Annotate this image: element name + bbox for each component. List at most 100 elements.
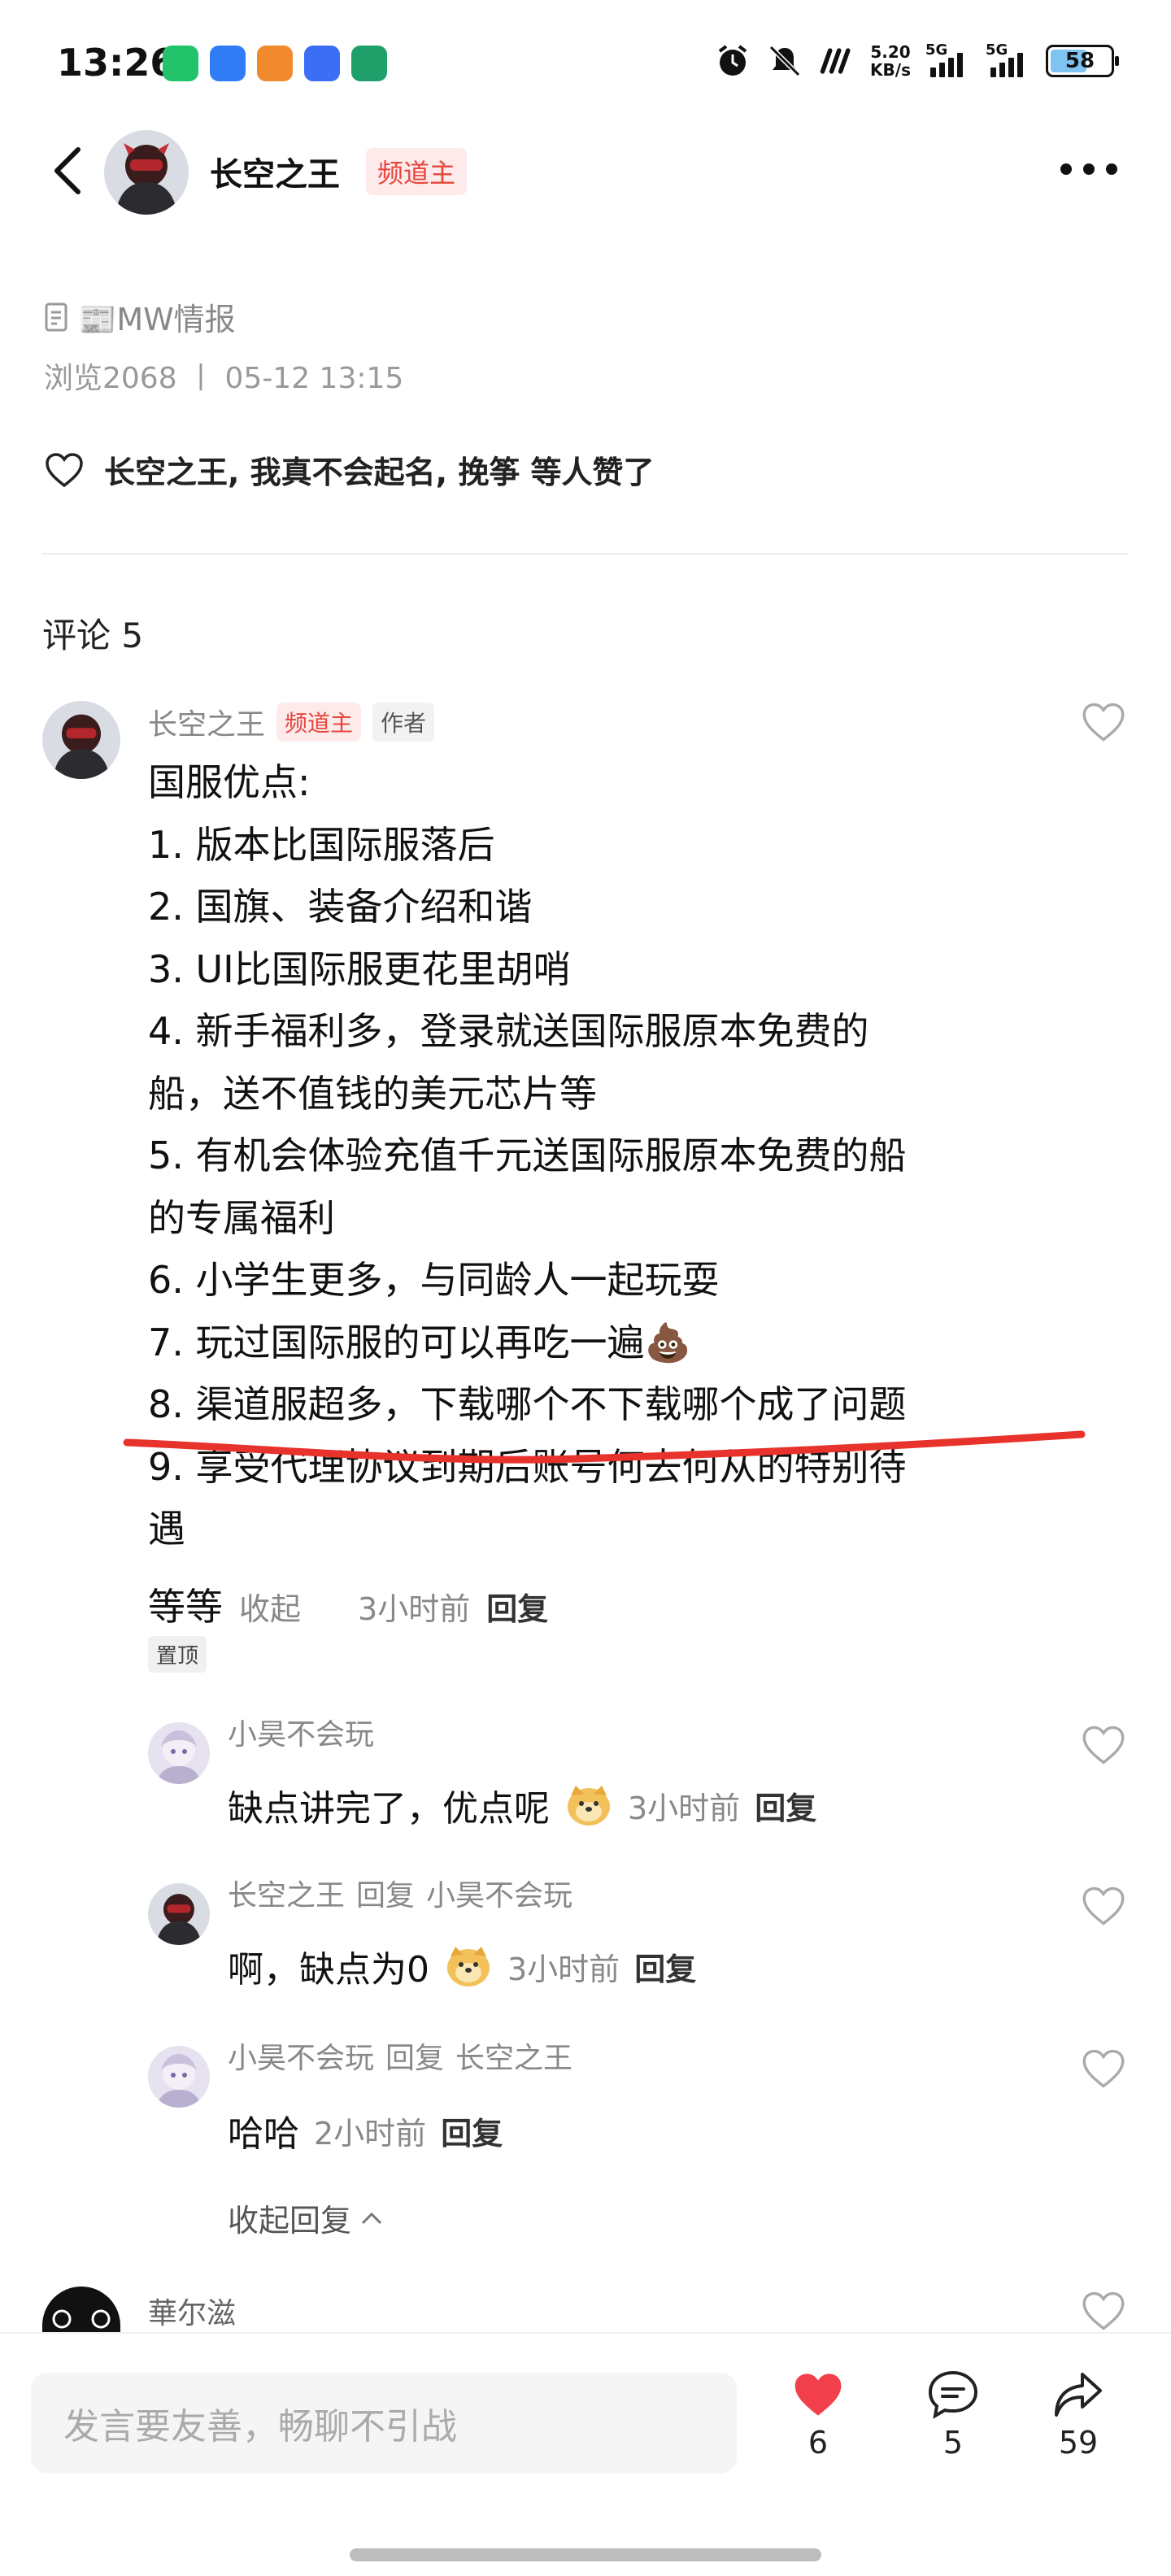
liked-by-row[interactable]: 长空之王, 我真不会起名, 挽筝 等人赞了 <box>44 447 655 492</box>
reply-author-row: 小昊不会玩 回复 长空之王 <box>228 2034 572 2077</box>
reply-time: 3小时前 <box>628 1790 741 1826</box>
divider <box>42 553 1129 555</box>
comment-line: 船，送不值钱的美元芯片等 <box>148 1071 597 1116</box>
comment-line: 4. 新手福利多，登录就送国际服原本免费的 <box>148 1009 869 1053</box>
notification-icons <box>163 46 387 81</box>
comment-line: 5. 有机会体验充值千元送国际服原本免费的船 <box>148 1134 907 1177</box>
reply-author[interactable]: 长空之王 <box>228 1872 345 1914</box>
comment-line: 的专属福利 <box>148 1195 335 1240</box>
comment-line: 7. 玩过国际服的可以再吃一遍💩 <box>148 1320 691 1364</box>
system-icons: 5.20 KB/s 5G 5G 58 <box>714 41 1119 80</box>
comment-line: 6. 小学生更多，与同龄人一起玩耍 <box>148 1258 720 1302</box>
collapse-replies-button[interactable]: 收起回复 <box>228 2195 384 2240</box>
alarm-icon <box>714 42 751 80</box>
comment-count: 5 <box>942 2425 964 2461</box>
reply-avatar[interactable] <box>148 1722 210 1784</box>
reply-body: 哈哈 2小时前 回复 <box>228 2104 503 2156</box>
post-source[interactable]: 📰MW情报 <box>44 294 236 339</box>
comment-post-button[interactable]: 5 <box>904 2369 1002 2461</box>
comment-avatar[interactable] <box>42 701 120 779</box>
author-avatar[interactable] <box>104 130 189 215</box>
comment-avatar[interactable] <box>42 2287 120 2332</box>
reply-body: 啊，缺点为0 3小时前 回复 <box>228 1940 696 1992</box>
like-post-button[interactable]: 6 <box>769 2369 867 2461</box>
share-post-button[interactable]: 59 <box>1030 2369 1127 2461</box>
reply-avatar[interactable] <box>148 2046 210 2108</box>
reply-button[interactable]: 回复 <box>486 1584 548 1629</box>
like-reply-button[interactable] <box>1080 2047 1127 2090</box>
like-comment-button[interactable] <box>1080 701 1127 743</box>
chevron-left-icon <box>54 147 81 194</box>
reply-time: 2小时前 <box>314 2115 427 2152</box>
reply-button[interactable]: 回复 <box>755 1783 816 1828</box>
document-icon <box>45 302 67 331</box>
comment-time: 3小时前 <box>358 1591 471 1627</box>
network-speed: 5.20 KB/s <box>870 42 911 80</box>
share-count: 59 <box>1058 2425 1099 2461</box>
mute-bell-icon <box>766 42 803 80</box>
reply-to-word: 回复 <box>385 2042 445 2075</box>
comment-author[interactable]: 華尔滋 <box>148 2290 236 2332</box>
comment-line: 3. UI比国际服更花里胡哨 <box>148 946 571 991</box>
collapse-link[interactable]: 收起 <box>239 1584 301 1629</box>
reply-body: 缺点讲完了，优点呢 3小时前 回复 <box>228 1779 816 1831</box>
bottom-action-bar: 发言要友善，畅聊不引战 6 5 59 <box>0 2332 1171 2576</box>
comment-tail-text: 等等 <box>148 1585 223 1629</box>
doge-emoji-icon <box>568 1786 610 1825</box>
heart-outline-icon <box>1082 2291 1125 2330</box>
reply-button[interactable]: 回复 <box>441 2108 503 2153</box>
like-comment-button[interactable] <box>1080 2290 1127 2332</box>
doge-emoji-icon <box>447 1947 490 1986</box>
chevron-up-icon <box>361 2212 382 2224</box>
reply-time: 3小时前 <box>507 1951 620 1987</box>
author-name[interactable]: 长空之王 <box>210 148 340 195</box>
back-button[interactable] <box>47 145 88 197</box>
comment-author-row: 華尔滋 <box>148 2290 236 2332</box>
app-notification-icon <box>351 46 387 81</box>
red-underline-annotation <box>123 1430 1086 1464</box>
reply-text: 啊，缺点为0 <box>228 1949 429 1991</box>
nfc-icon <box>818 42 855 80</box>
pinned-tag: 置顶 <box>148 1636 207 1673</box>
more-options-button[interactable] <box>1060 159 1117 179</box>
app-notification-icon <box>163 46 198 81</box>
like-count: 6 <box>808 2425 829 2461</box>
heart-filled-icon <box>794 2374 842 2416</box>
comment-input[interactable]: 发言要友善，畅聊不引战 <box>31 2373 737 2474</box>
battery-level: 58 <box>1064 49 1095 73</box>
comment-line: 国服优点: <box>148 760 311 804</box>
app-notification-icon <box>304 46 340 81</box>
comment-meta: 等等 收起 3小时前 回复 <box>148 1577 548 1631</box>
comment-line: 遇 <box>148 1507 185 1551</box>
signal-icon: 5G <box>925 41 971 77</box>
app-notification-icon <box>210 46 246 81</box>
signal-icon: 5G <box>986 41 1031 77</box>
reply-text: 哈哈 <box>228 2113 299 2155</box>
post-stats: 浏览2068 丨 05-12 13:15 <box>44 362 404 395</box>
reply-avatar[interactable] <box>148 1883 210 1945</box>
reply-text: 缺点讲完了，优点呢 <box>228 1788 550 1830</box>
heart-outline-icon <box>1082 703 1125 742</box>
like-reply-button[interactable] <box>1080 1885 1127 1927</box>
reply-button[interactable]: 回复 <box>634 1944 696 1989</box>
author-tag: 作者 <box>372 703 435 742</box>
channel-owner-badge: 频道主 <box>276 703 362 742</box>
share-arrow-icon <box>1055 2373 1102 2417</box>
reply-author-row: 小昊不会玩 <box>228 1711 374 1753</box>
comment-line: 1. 版本比国际服落后 <box>148 822 495 867</box>
reply-to-user[interactable]: 小昊不会玩 <box>426 1872 572 1914</box>
heart-outline-icon <box>1082 2049 1125 2088</box>
comment-author-row: 长空之王 频道主 作者 <box>148 701 435 743</box>
home-indicator[interactable] <box>350 2548 821 2561</box>
app-notification-icon <box>257 46 293 81</box>
status-time: 13:26 <box>57 41 176 85</box>
status-bar: 13:26 5.20 KB/s 5G 5G 58 <box>0 0 1171 130</box>
heart-outline-icon <box>1082 1886 1125 1925</box>
like-reply-button[interactable] <box>1080 1724 1127 1766</box>
reply-author[interactable]: 小昊不会玩 <box>228 2034 374 2077</box>
post-header: 长空之王 频道主 <box>0 130 1171 215</box>
reply-author[interactable]: 小昊不会玩 <box>228 1711 374 1753</box>
reply-to-user[interactable]: 长空之王 <box>455 2034 572 2077</box>
heart-outline-icon <box>46 452 83 487</box>
comment-author[interactable]: 长空之王 <box>148 701 265 743</box>
